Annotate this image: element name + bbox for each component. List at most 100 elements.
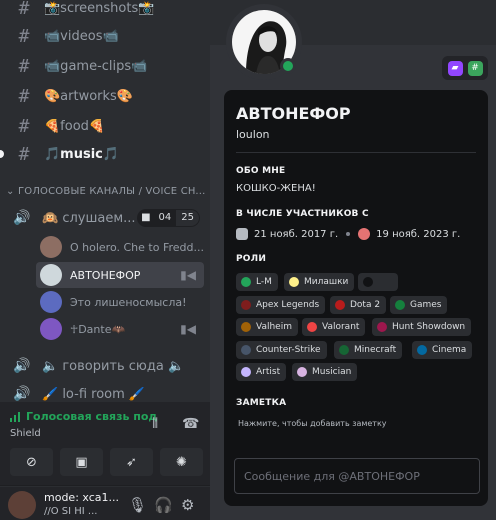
role-name: Counter-Strike [256,345,321,355]
message-placeholder: Сообщение для @АВТОНЕФОР [244,469,420,483]
role-name: Games [410,300,442,310]
role-name: Cinema [432,345,467,355]
role-color-dot [335,300,345,310]
voice-user[interactable]: ☥Dante🦇 ▮◀ [36,316,204,342]
disconnect-icon[interactable]: ☎ [182,416,199,432]
role-tag[interactable]: Милашки [284,273,355,291]
channel-name: 🍕food🍕 [44,118,106,134]
role-tag[interactable]: Counter-Strike [236,341,327,359]
member-since-server: 19 нояб. 2023 г. [376,228,461,240]
roles-heading: РОЛИ [236,254,267,264]
hash-icon: # [18,85,30,107]
role-name: Valorant [322,322,360,332]
role-tag[interactable]: Artist [236,363,287,381]
role-name: Милашки [304,277,349,287]
screen-share-icon: ▣ [75,454,88,470]
hash-icon: # [18,0,30,19]
avatar [40,236,62,258]
role-name: Valheim [256,322,292,332]
role-tag[interactable] [358,273,398,291]
category-label: ГОЛОСОВЫЕ КАНАЛЫ / VOICE CH... [17,186,206,197]
role-color-dot [297,367,307,377]
voice-connection-panel: Голосовая связь под Shield ⦀ ☎ ⊘ ▣ ➶ ✺ [0,402,210,486]
role-color-dot [289,277,299,287]
soundboard-button[interactable]: ✺ [160,448,203,476]
twitch-icon[interactable]: ▰ [447,60,463,76]
role-name: L-M [256,277,272,287]
role-name: Dota 2 [350,300,381,310]
voice-channel-counters: ■ 04 25 [137,209,200,227]
profile-username: loulon [236,128,270,141]
role-tag[interactable]: L-M [236,273,278,291]
role-name: Musician [312,367,352,377]
channel-game-clips[interactable]: # 📹game-clips📹 [8,52,204,80]
role-tag[interactable]: Musician [292,363,358,381]
share-screen-button[interactable]: ▣ [60,448,103,476]
camera-icon: ▮◀ [180,268,196,282]
hash-icon: # [18,143,30,165]
channel-screenshots[interactable]: # 📸screenshots📸 [8,0,204,22]
role-color-dot [377,322,387,332]
member-since-heading: В ЧИСЛЕ УЧАСТНИКОВ С [236,209,369,219]
online-status-icon [280,58,296,74]
about-text: КОШКО-ЖЕНА! [236,183,316,194]
activities-button[interactable]: ➶ [110,448,153,476]
avatar [40,264,62,286]
role-color-dot [241,367,251,377]
direct-message-input[interactable]: Сообщение для @АВТОНЕФОР [234,458,480,494]
channel-videos[interactable]: # 📹videos📹 [8,22,204,50]
role-color-dot [241,322,251,332]
channel-name: 📸screenshots📸 [44,0,155,16]
profile-badges: ▰ # [442,56,488,80]
voice-channel-name: 🖌️ lo-fi room 🖌️ [42,386,146,402]
role-color-dot [307,322,317,332]
role-name: Minecraft [354,345,397,355]
signal-icon [10,412,20,422]
channel-food[interactable]: # 🍕food🍕 [8,112,204,140]
user-panel-name[interactable]: mode: xca1... [44,491,119,504]
sound-waves-icon[interactable]: ⦀ [152,416,158,432]
server-icon [358,228,371,240]
role-tag[interactable]: Hunt Showdown [372,318,472,336]
voice-user-selected[interactable]: АВТОНЕФОР ▮◀ [36,262,204,288]
user-panel: mode: xca1... //O SI HI ... 🎙 🎧 ⚙ [0,487,210,520]
speaker-icon: 🔊 [13,386,31,402]
voice-category-header[interactable]: ⌄ ГОЛОСОВЫЕ КАНАЛЫ / VOICE CH... [6,186,206,197]
role-name: Apex Legends [256,300,320,310]
voice-channel-talk[interactable]: 🔊 🔈 говорить сюда 🔈 [8,352,204,380]
voice-user[interactable]: Это лишеносмысла! [36,289,204,315]
role-color-dot [241,345,251,355]
avatar[interactable] [8,491,36,519]
chevron-down-icon: ⌄ [6,186,18,197]
toggle-video-button[interactable]: ⊘ [10,448,53,476]
channel-music[interactable]: # 🎵music🎵 [8,140,204,168]
gear-icon[interactable]: ⚙ [181,496,194,514]
note-input[interactable]: Нажмите, чтобы добавить заметку [238,419,387,428]
profile-display-name: АВТОНЕФОР [236,104,351,123]
headphones-icon[interactable]: 🎧 [154,496,173,514]
voice-connection-server[interactable]: Shield [10,428,41,439]
channel-artworks[interactable]: # 🎨artworks🎨 [8,82,204,110]
microphone-icon[interactable]: 🎙 [128,496,147,514]
divider [236,152,476,153]
role-name: Artist [256,367,281,377]
voice-channel-name: 🔈 говорить сюда 🔈 [42,358,185,374]
camera-off-icon: ⊘ [26,454,37,470]
role-color-dot [241,277,251,287]
role-tag[interactable]: Valheim [236,318,298,336]
role-name: Hunt Showdown [392,322,466,332]
role-tag[interactable]: Minecraft [334,341,403,359]
role-color-dot [339,345,349,355]
user-panel-status: //O SI HI ... [44,506,98,517]
role-tag[interactable]: Valorant [302,318,366,336]
about-heading: ОБО МНЕ [236,166,286,176]
role-tag[interactable]: Apex Legends [236,296,326,314]
role-tag[interactable]: Cinema [412,341,473,359]
voice-user[interactable]: O holero. Che to Fredd... [36,234,204,260]
soundboard-icon: ✺ [176,454,187,470]
role-tag[interactable]: Games [390,296,448,314]
speaker-icon: 🔊 [13,358,31,374]
voice-channel-listening[interactable]: 🔊 🙉 слушаем... ■ 04 25 [8,204,204,232]
role-tag[interactable]: Dota 2 [330,296,387,314]
hashtag-badge-icon[interactable]: # [467,60,483,76]
